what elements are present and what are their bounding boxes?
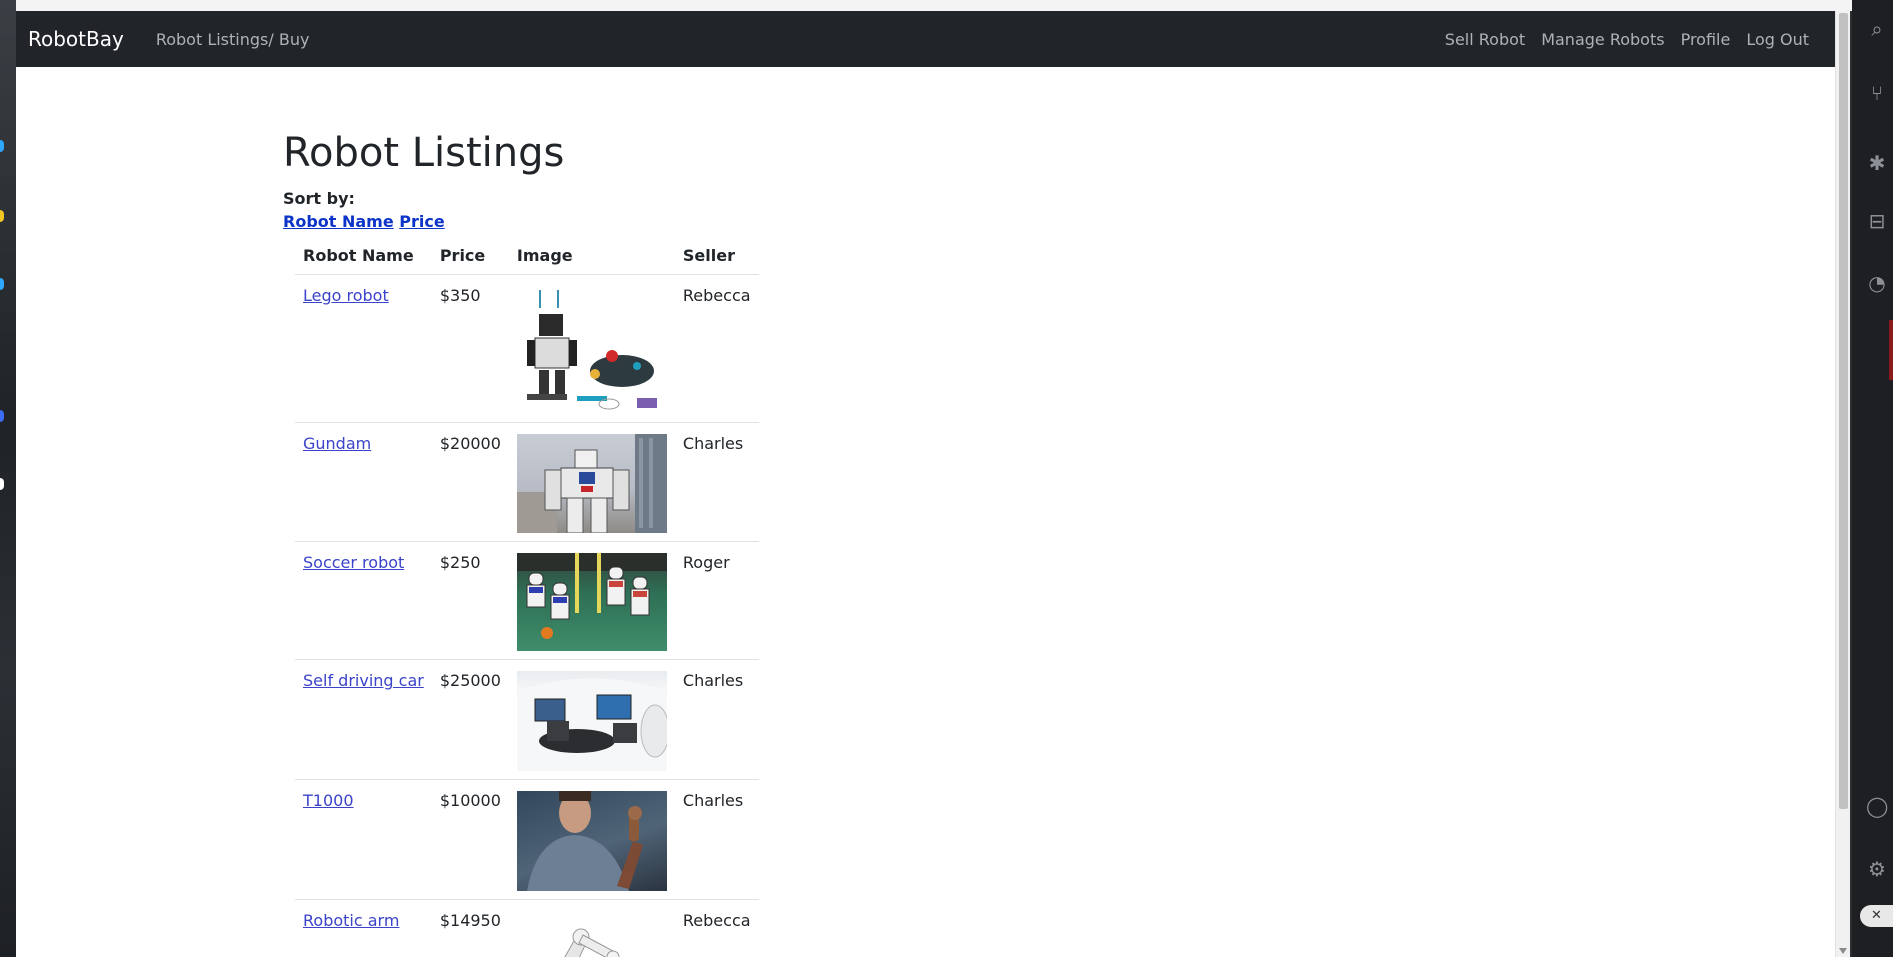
lego-robot-image (516, 286, 667, 414)
dock-indicator (0, 410, 4, 422)
sort-by-price-link[interactable]: Price (399, 212, 444, 231)
seller-name: Charles (674, 779, 759, 900)
dock-indicator (0, 140, 4, 152)
robot-name-link[interactable]: T1000 (303, 791, 354, 810)
desktop-dock (0, 0, 16, 957)
search-icon[interactable]: ⌕ (1866, 18, 1888, 40)
table-row: Gundam $20000 Charles (295, 422, 759, 542)
vertical-scrollbar[interactable] (1835, 11, 1850, 957)
seller-name: Rebecca (674, 899, 759, 957)
seller-name: Roger (674, 541, 759, 660)
t1000-image (516, 791, 667, 891)
t1000-picture (526, 791, 643, 891)
seller-name: Rebecca (674, 274, 759, 423)
table-row: Lego robot $350 Rebecca (295, 274, 759, 423)
soccer-robot-picture (516, 553, 667, 639)
robot-name-link[interactable]: Gundam (303, 434, 371, 453)
nav-log-out[interactable]: Log Out (1738, 30, 1817, 49)
robot-price: $25000 (431, 659, 509, 780)
nav-profile[interactable]: Profile (1673, 30, 1739, 49)
extensions-icon[interactable]: ⊟ (1866, 210, 1888, 232)
column-header-price: Price (431, 237, 509, 275)
table-row: Robotic arm $14950 Rebecca (295, 899, 759, 957)
gear-icon[interactable]: ⚙ (1866, 858, 1888, 880)
sort-by-robot-name-link[interactable]: Robot Name (283, 212, 394, 231)
self-driving-car-image (516, 671, 667, 771)
table-row: Soccer robot $250 Roger (295, 541, 759, 660)
close-icon[interactable]: ✕ (1860, 905, 1893, 927)
robot-price: $350 (431, 274, 509, 423)
nav-manage-robots[interactable]: Manage Robots (1533, 30, 1672, 49)
self-driving-car-picture (516, 678, 667, 771)
column-header-image: Image (508, 237, 675, 275)
sort-label: Sort by: (283, 189, 355, 208)
robot-name-link[interactable]: Robotic arm (303, 911, 399, 930)
editor-activity-bar: ⌕ ⑂ ✱ ⊟ ◔ ◯ ⚙ ✕ (1852, 0, 1893, 957)
robot-listings-table: Robot Name Price Image Seller Lego robot… (295, 237, 759, 957)
scroll-down-arrow-icon[interactable] (1839, 948, 1847, 954)
dock-indicator (0, 210, 4, 222)
debug-icon[interactable]: ✱ (1866, 152, 1888, 174)
robot-price: $20000 (431, 422, 509, 542)
column-header-robot-name: Robot Name (295, 237, 432, 275)
scrollbar-thumb[interactable] (1839, 13, 1848, 809)
browser-top-edge (16, 0, 1852, 11)
gundam-image (516, 434, 667, 533)
robot-name-link[interactable]: Self driving car (303, 671, 424, 690)
page-title: Robot Listings (283, 130, 565, 176)
sort-options: Robot Name Price (283, 212, 759, 231)
source-control-icon[interactable]: ⑂ (1866, 82, 1888, 104)
robot-name-link[interactable]: Soccer robot (303, 553, 404, 572)
navbar: RobotBay Robot Listings/ Buy Sell Robot … (16, 11, 1835, 67)
robot-name-link[interactable]: Lego robot (303, 286, 389, 305)
nav-robot-listings-buy[interactable]: Robot Listings/ Buy (148, 30, 318, 49)
brand-link[interactable]: RobotBay (28, 27, 124, 51)
dock-indicator (0, 278, 4, 290)
nav-left: Robot Listings/ Buy (148, 30, 318, 49)
robotic-arm-picture (564, 928, 620, 957)
table-row: T1000 $10000 Charles (295, 779, 759, 900)
soccer-robot-image (516, 553, 667, 651)
seller-name: Charles (674, 659, 759, 780)
dock-indicator (0, 478, 4, 490)
main-content: Robot Listings Sort by: Robot Name Price… (283, 129, 759, 957)
nav-right: Sell Robot Manage Robots Profile Log Out (1437, 30, 1817, 49)
browser-viewport: RobotBay Robot Listings/ Buy Sell Robot … (16, 11, 1850, 957)
robotic-arm-image (516, 911, 667, 957)
remote-icon[interactable]: ◔ (1866, 272, 1888, 294)
column-header-seller: Seller (674, 237, 759, 275)
seller-name: Charles (674, 422, 759, 542)
lego-robot-picture (526, 290, 657, 410)
robot-price: $10000 (431, 779, 509, 900)
table-row: Self driving car $25000 Charles (295, 659, 759, 780)
account-icon[interactable]: ◯ (1866, 795, 1888, 817)
status-strip (1889, 320, 1893, 380)
nav-sell-robot[interactable]: Sell Robot (1437, 30, 1533, 49)
table-header-row: Robot Name Price Image Seller (295, 237, 759, 275)
gundam-picture (516, 434, 667, 533)
robot-price: $250 (431, 541, 509, 660)
robot-price: $14950 (431, 899, 509, 957)
